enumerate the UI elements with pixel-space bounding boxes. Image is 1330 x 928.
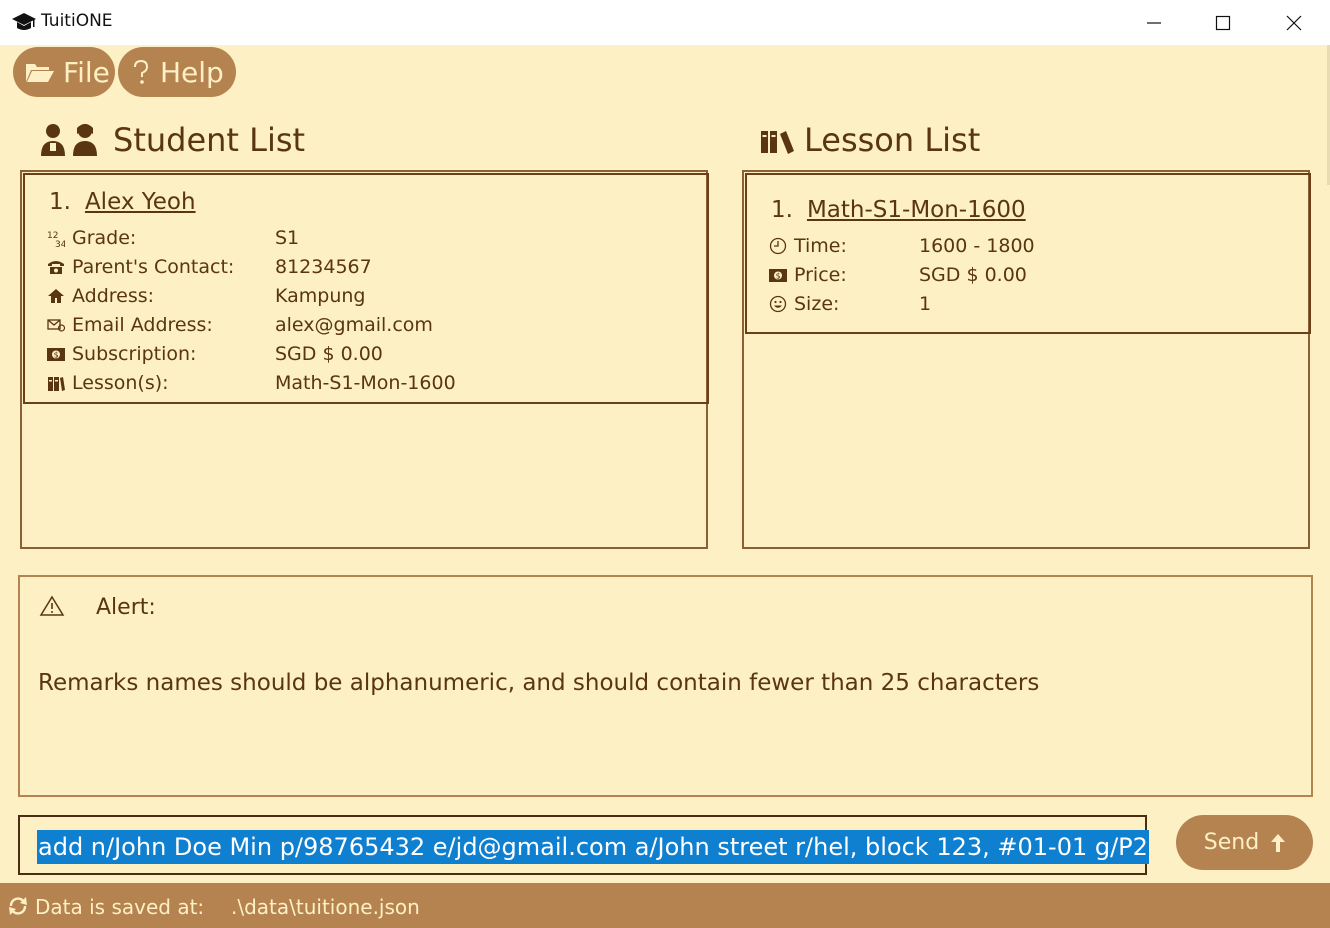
lesson-card-title: 1. Math-S1-Mon-1600 — [771, 197, 1026, 223]
field-label: Price: — [794, 264, 847, 286]
file-menu-button[interactable]: File — [13, 47, 115, 97]
window-title: TuitiONE — [41, 11, 113, 31]
student-card-title: 1. Alex Yeoh — [49, 189, 196, 215]
lesson-price-row: $ Price: SGD $ 0.00 — [769, 262, 1027, 288]
field-label: Lesson(s): — [72, 372, 169, 394]
student-card[interactable]: 1. Alex Yeoh 12 34 Grade: S1 Parent's Con… — [23, 173, 709, 404]
student-subscription-row: $ Subscription: SGD $ 0.00 — [47, 341, 383, 367]
books-icon — [761, 131, 794, 154]
clock-icon — [769, 237, 787, 255]
maximize-button[interactable] — [1189, 0, 1257, 45]
field-label: Grade: — [72, 227, 137, 249]
svg-text:34: 34 — [55, 240, 65, 247]
minimize-icon — [1147, 21, 1161, 24]
phone-icon — [47, 258, 65, 276]
field-value: Kampung — [275, 285, 366, 307]
command-input[interactable]: add n/John Doe Min p/98765432 e/jd@gmail… — [18, 815, 1149, 875]
folder-open-icon — [26, 64, 54, 82]
lesson-list-title: Lesson List — [804, 121, 981, 159]
file-menu-label: File — [63, 55, 110, 89]
smiley-icon — [769, 295, 787, 313]
lesson-list-heading: Lesson List — [760, 121, 980, 159]
student-lessons-row: Lesson(s): Math-S1-Mon-1600 — [47, 370, 456, 396]
student-contact-row: Parent's Contact: 81234567 — [47, 254, 372, 280]
help-menu-button[interactable]: Help — [118, 47, 236, 97]
field-label: Subscription: — [72, 343, 197, 365]
close-button[interactable] — [1260, 0, 1328, 45]
title-bar: TuitiONE — [0, 0, 1330, 45]
home-icon — [47, 287, 65, 305]
field-label: Email Address: — [72, 314, 213, 336]
command-input-text[interactable]: add n/John Doe Min p/98765432 e/jd@gmail… — [37, 830, 1149, 864]
email-icon — [47, 316, 65, 334]
lesson-list-panel[interactable]: 1. Math-S1-Mon-1600 Time: 1600 - 1800 $ … — [742, 170, 1311, 549]
field-value: 1600 - 1800 — [919, 235, 1035, 257]
help-menu-label: Help — [160, 55, 224, 89]
arrow-up-icon — [1271, 833, 1286, 852]
student-grade-row: 12 34 Grade: S1 — [47, 225, 299, 251]
graduation-cap-icon — [12, 13, 36, 30]
lessons-icon — [47, 374, 65, 392]
field-label: Parent's Contact: — [72, 256, 235, 278]
question-icon — [134, 59, 149, 84]
svg-text:$: $ — [776, 271, 781, 280]
lesson-name[interactable]: Math-S1-Mon-1600 — [807, 197, 1026, 223]
status-label: Data is saved at: — [35, 895, 205, 919]
close-icon — [1286, 15, 1302, 30]
money-icon: $ — [769, 266, 787, 284]
field-label: Address: — [72, 285, 155, 307]
field-value: 81234567 — [275, 256, 372, 278]
alert-panel: Alert: Remarks names should be alphanume… — [18, 575, 1313, 797]
field-value: Math-S1-Mon-1600 — [275, 372, 456, 394]
student-list-heading: Student List — [39, 121, 305, 159]
student-list-panel[interactable]: 1. Alex Yeoh 12 34 Grade: S1 Parent's Con… — [20, 170, 709, 549]
student-name[interactable]: Alex Yeoh — [85, 189, 196, 215]
grade-icon: 12 34 — [47, 229, 65, 247]
field-label: Time: — [794, 235, 847, 257]
student-list-title: Student List — [113, 121, 306, 159]
lesson-card[interactable]: 1. Math-S1-Mon-1600 Time: 1600 - 1800 $ … — [745, 173, 1311, 334]
student-email-row: Email Address: alex@gmail.com — [47, 312, 433, 338]
student-address-row: Address: Kampung — [47, 283, 365, 309]
app-body: File Help Student List Lesson List 1. Al… — [0, 45, 1330, 928]
svg-text:$: $ — [54, 350, 59, 359]
lesson-size-row: Size: 1 — [769, 291, 931, 317]
lesson-index: 1. — [771, 197, 793, 223]
field-label: Size: — [794, 293, 840, 315]
status-path: .\data\tuitione.json — [231, 895, 420, 919]
alert-title: Alert: — [96, 595, 156, 620]
field-value: S1 — [275, 227, 300, 249]
warning-icon — [39, 595, 65, 616]
student-index: 1. — [49, 189, 71, 215]
send-button-label: Send — [1203, 830, 1260, 855]
alert-message: Remarks names should be alphanumeric, an… — [38, 670, 1040, 696]
sync-icon — [9, 897, 27, 915]
field-value: SGD $ 0.00 — [275, 343, 383, 365]
minimize-button[interactable] — [1120, 0, 1188, 45]
maximize-icon — [1215, 15, 1231, 30]
send-button[interactable]: Send — [1176, 815, 1313, 870]
field-value: alex@gmail.com — [275, 314, 433, 336]
lesson-time-row: Time: 1600 - 1800 — [769, 233, 1035, 259]
students-icon — [41, 124, 97, 156]
field-value: SGD $ 0.00 — [919, 264, 1027, 286]
money-icon: $ — [47, 345, 65, 363]
field-value: 1 — [919, 293, 932, 315]
status-bar: Data is saved at: .\data\tuitione.json — [0, 883, 1330, 928]
